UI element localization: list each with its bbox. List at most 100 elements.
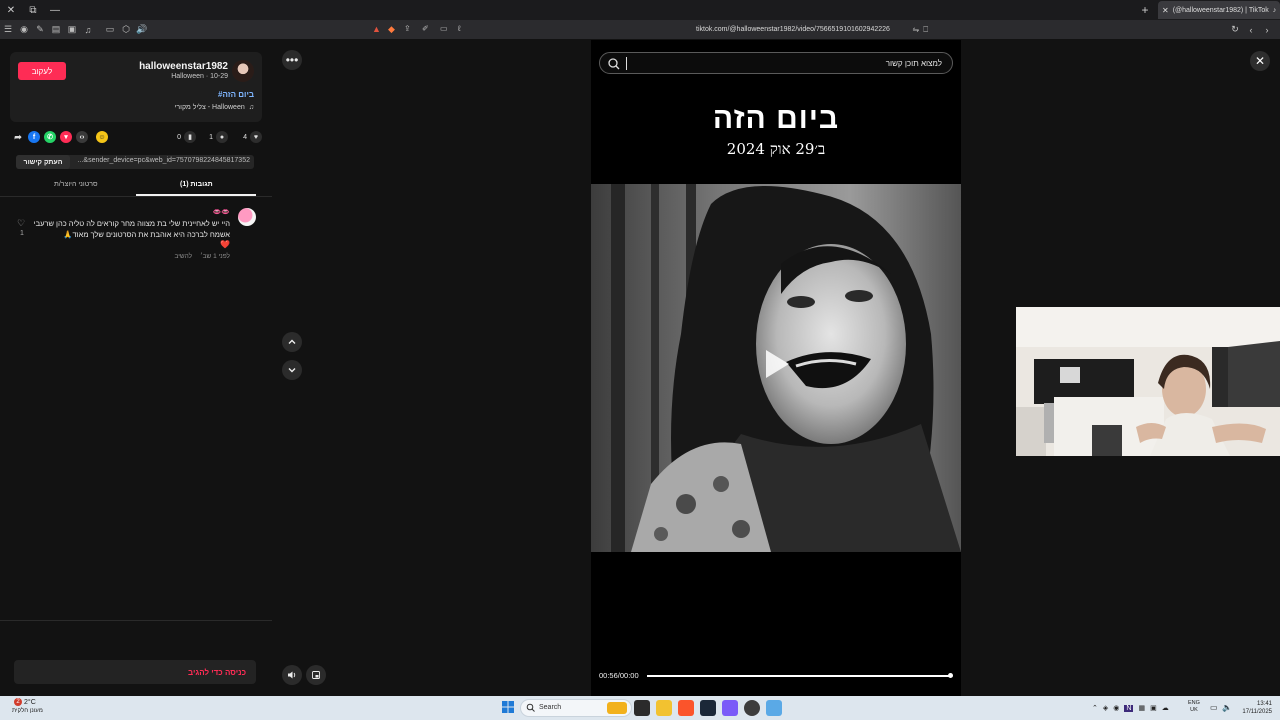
- picture-in-picture-button[interactable]: [306, 665, 326, 685]
- music-icon[interactable]: ♫: [80, 20, 96, 39]
- repost-icon[interactable]: ☺: [96, 131, 108, 143]
- new-tab-button[interactable]: +: [1136, 3, 1154, 17]
- taskbar-search-label: Search: [539, 704, 562, 711]
- comment-meta: להשיב לפני 1 שב׳: [174, 253, 230, 260]
- site-settings-icon[interactable]: ⇋: [912, 25, 919, 35]
- embed-icon[interactable]: ‹›: [76, 131, 88, 143]
- play-icon[interactable]: [763, 348, 791, 380]
- previous-video-button[interactable]: [282, 332, 302, 352]
- username[interactable]: halloweenstar1982: [139, 61, 228, 72]
- comment-item: 👄👄 היי יש לאחיינית שלי בת מצווה מחר קורא…: [10, 206, 260, 266]
- comment-reply-link[interactable]: להשיב: [174, 253, 192, 260]
- tray-box-icon[interactable]: ▣: [1150, 704, 1157, 712]
- more-options-button[interactable]: •••: [282, 50, 302, 70]
- video-progress-bar[interactable]: [647, 673, 954, 678]
- save-stat[interactable]: 0 ▮: [177, 130, 196, 144]
- comment-like-count: 1: [20, 230, 24, 237]
- monitor-icon[interactable]: ▭: [1210, 703, 1218, 712]
- hashtag-link[interactable]: #ביום הזה: [218, 90, 254, 99]
- search-input[interactable]: למצוא תוכן קשור: [599, 52, 953, 74]
- address-bar[interactable]: ▲ ◆ ⇪ ✐ ▭ ℓ tiktok.com/@halloweenstar198…: [372, 21, 928, 38]
- share-page-icon[interactable]: ⇪: [404, 24, 420, 35]
- video-caption-title: ביום הזה: [712, 102, 840, 135]
- save-count: 0: [177, 133, 181, 141]
- cast-icon[interactable]: ▭: [440, 24, 456, 35]
- pin-icon[interactable]: ✎: [32, 20, 48, 39]
- reader-icon[interactable]: ▭: [102, 20, 118, 39]
- speaker-icon: [288, 671, 296, 679]
- follow-button[interactable]: לעקוב: [18, 62, 66, 80]
- app-icon[interactable]: [766, 700, 782, 716]
- edit-icon[interactable]: ✐: [422, 24, 438, 35]
- restore-window-icon[interactable]: ⧉: [22, 0, 44, 20]
- webcam-image: [1016, 307, 1280, 456]
- comment-like-icon[interactable]: ♡: [17, 218, 25, 229]
- facebook-icon[interactable]: f: [28, 131, 40, 143]
- commenter-avatar[interactable]: [238, 208, 256, 226]
- brave-shields-icon[interactable]: ◆: [388, 24, 402, 35]
- tray-app-icon[interactable]: ◈: [1103, 704, 1108, 712]
- translate-icon[interactable]: ℓ: [458, 24, 474, 35]
- comment-heart-emoji: ❤️: [220, 240, 230, 249]
- task-view-icon[interactable]: [634, 700, 650, 716]
- copy-link-button[interactable]: העתק קישור: [16, 155, 70, 169]
- windows-start-icon[interactable]: [502, 701, 514, 713]
- volume-tray-icon[interactable]: 🔈: [1222, 703, 1232, 712]
- send-to-friends-icon[interactable]: ▾: [60, 131, 72, 143]
- avatar[interactable]: [232, 60, 254, 82]
- audio-playing-icon[interactable]: 🔊: [134, 20, 150, 39]
- minimize-window-icon[interactable]: —: [44, 0, 66, 20]
- show-hidden-icons-icon[interactable]: ⌃: [1092, 704, 1098, 712]
- share-arrow-icon[interactable]: ➦: [12, 131, 24, 143]
- input-language[interactable]: ENG UK: [1188, 700, 1200, 714]
- volume-button[interactable]: [282, 665, 302, 685]
- forward-icon[interactable]: ›: [1260, 25, 1274, 35]
- video-player[interactable]: למצוא תוכן קשור ביום הזה ב׳29 אוק 2024 0…: [591, 40, 961, 696]
- url-text[interactable]: tiktok.com/@halloweenstar1982/video/7566…: [696, 26, 890, 33]
- close-window-icon[interactable]: ✕: [0, 0, 22, 20]
- bookmark-icon[interactable]: ⎕: [923, 25, 928, 35]
- panel-icon[interactable]: ▤: [48, 20, 64, 39]
- tray-chart-icon[interactable]: ▦: [1138, 704, 1145, 712]
- share-link-url[interactable]: ...&sender_device=pc&web_id=757079822484…: [78, 157, 250, 164]
- extensions-icon[interactable]: ⬡: [118, 20, 134, 39]
- login-to-comment-text[interactable]: כניסה כדי להגיב: [188, 668, 246, 677]
- obs-studio-icon[interactable]: [744, 700, 760, 716]
- steam-icon[interactable]: [700, 700, 716, 716]
- nav-buttons: ↻ ‹ ›: [1228, 20, 1274, 39]
- menu-icon[interactable]: ☰: [0, 20, 16, 39]
- brave-rewards-icon[interactable]: ▲: [372, 24, 386, 35]
- reload-icon[interactable]: ↻: [1228, 24, 1242, 35]
- close-tab-icon[interactable]: ✕: [1162, 6, 1169, 15]
- tray-cloud-icon[interactable]: ☁: [1162, 704, 1169, 712]
- lang-top: ENG: [1188, 700, 1200, 706]
- search-icon[interactable]: [606, 56, 622, 72]
- commenter-name[interactable]: 👄👄: [213, 208, 230, 216]
- like-stat[interactable]: 4 ♥: [243, 130, 262, 144]
- discord-icon[interactable]: [722, 700, 738, 716]
- comment-stat[interactable]: 1 ●: [209, 130, 228, 144]
- music-credit[interactable]: צליל מקורי - Halloween ♫: [175, 104, 254, 111]
- whatsapp-icon[interactable]: ✆: [44, 131, 56, 143]
- tab-creator-videos[interactable]: סרטוני היוצר/ת: [54, 181, 98, 188]
- tab-strip: + ✕ (@halloweenstar1982) | TikTok ♪: [1136, 0, 1280, 20]
- comment-text: היי יש לאחיינית שלי בת מצווה מחר קוראים …: [33, 219, 230, 239]
- tray-n-icon[interactable]: N: [1124, 704, 1134, 712]
- taskbar-search[interactable]: Search: [520, 699, 632, 717]
- tray-network-app-icon[interactable]: ◉: [1113, 704, 1119, 712]
- video-progress-knob[interactable]: [948, 673, 954, 678]
- chevron-up-icon: [288, 339, 296, 344]
- taskbar: 2°C מעונן חלקית 2 Search ⌃ ◈ ◉ N ▦ ▣ ☁ E…: [0, 696, 1280, 720]
- sidebar-icon[interactable]: ▣: [64, 20, 80, 39]
- active-tab[interactable]: ✕ (@halloweenstar1982) | TikTok ♪: [1158, 1, 1280, 19]
- pip-icon: [312, 671, 320, 679]
- login-to-comment-box[interactable]: כניסה כדי להגיב: [14, 660, 256, 684]
- close-video-button[interactable]: ✕: [1250, 51, 1270, 71]
- brave-browser-icon[interactable]: [678, 700, 694, 716]
- back-icon[interactable]: ‹: [1244, 25, 1258, 35]
- file-explorer-icon[interactable]: [656, 700, 672, 716]
- next-video-button[interactable]: [282, 360, 302, 380]
- clock[interactable]: 13:41 17/11/2025: [1236, 700, 1272, 716]
- location-icon[interactable]: ◉: [16, 20, 32, 39]
- tab-comments[interactable]: תגובות (1): [180, 181, 213, 188]
